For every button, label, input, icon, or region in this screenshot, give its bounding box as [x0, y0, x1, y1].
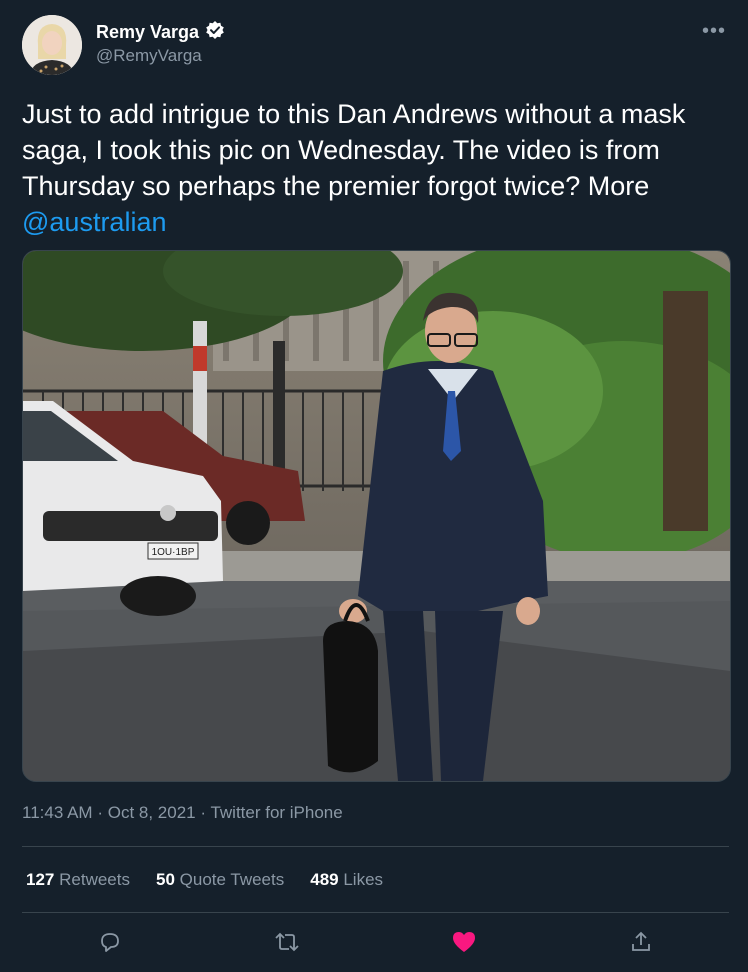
quote-tweets-stat[interactable]: 50 Quote Tweets — [156, 870, 284, 890]
likes-stat[interactable]: 489 Likes — [310, 870, 383, 890]
tweet-text: Just to add intrigue to this Dan Andrews… — [22, 96, 722, 240]
author-name-row[interactable]: Remy Varga — [96, 20, 225, 45]
license-plate: 1OU·1BP — [152, 547, 195, 558]
avatar-image — [22, 15, 82, 75]
tweet-body: Just to add intrigue to this Dan Andrews… — [22, 99, 686, 201]
mention-link[interactable]: @australian — [22, 207, 166, 237]
divider-bottom — [22, 912, 729, 913]
meta-separator: · — [97, 803, 103, 822]
photo-illustration: 1OU·1BP — [23, 251, 730, 781]
tweet-time[interactable]: 11:43 AM — [22, 803, 93, 822]
quotes-label: Quote Tweets — [179, 870, 285, 889]
tweet-meta: 11:43 AM · Oct 8, 2021 · Twitter for iPh… — [22, 803, 343, 823]
retweets-count: 127 — [26, 870, 55, 889]
verified-badge-icon — [205, 20, 225, 45]
divider-top — [22, 846, 729, 847]
more-icon[interactable]: ••• — [702, 20, 726, 43]
heart-icon[interactable] — [448, 926, 480, 958]
engagement-stats: 127 Retweets 50 Quote Tweets 489 Likes — [26, 870, 383, 890]
retweets-label: Retweets — [59, 870, 130, 889]
action-bar — [22, 926, 729, 958]
quotes-count: 50 — [155, 870, 175, 889]
reply-icon[interactable] — [94, 926, 126, 958]
retweet-icon[interactable] — [271, 926, 303, 958]
meta-separator-2: · — [200, 803, 207, 822]
author-handle[interactable]: @RemyVarga — [96, 46, 202, 66]
likes-count: 489 — [310, 870, 339, 889]
tweet-date[interactable]: Oct 8, 2021 — [108, 803, 196, 822]
likes-label: Likes — [343, 870, 384, 889]
tweet-photo[interactable]: 1OU·1BP — [22, 250, 731, 782]
retweets-stat[interactable]: 127 Retweets — [26, 870, 130, 890]
avatar[interactable] — [22, 15, 82, 75]
share-icon[interactable] — [625, 926, 657, 958]
tweet-source[interactable]: Twitter for iPhone — [210, 803, 342, 822]
author-name[interactable]: Remy Varga — [96, 22, 199, 43]
